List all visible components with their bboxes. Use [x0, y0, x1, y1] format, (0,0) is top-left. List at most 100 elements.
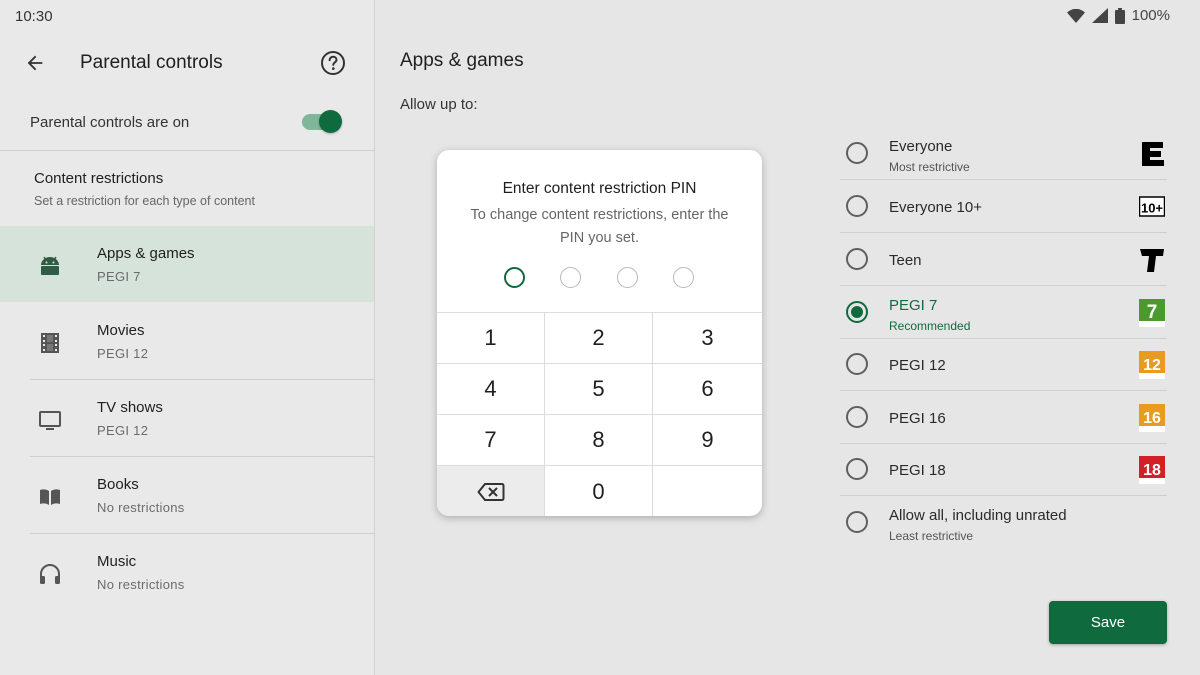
esrb-e-icon [1142, 142, 1164, 166]
category-music[interactable]: Music No restrictions [0, 534, 374, 610]
pegi-18-icon: 18 [1139, 456, 1165, 484]
divider [840, 179, 1167, 180]
help-icon [321, 51, 345, 75]
key-3[interactable]: 3 [653, 313, 762, 364]
esrb-t-icon [1140, 249, 1164, 272]
film-icon [36, 329, 64, 357]
pegi-16-icon: 16 [1139, 404, 1165, 432]
parental-controls-toggle[interactable] [302, 110, 342, 133]
pin-dialog-description: To change content restrictions, enter th… [470, 207, 729, 246]
rating-name: PEGI 16 [889, 410, 946, 427]
status-time: 10:30 [15, 8, 53, 25]
pegi-12-icon: 12 [1139, 351, 1165, 379]
rating-name: Everyone [889, 138, 953, 155]
wifi-icon [1066, 8, 1085, 23]
radio-button[interactable] [846, 142, 868, 164]
radio-button[interactable] [846, 458, 868, 480]
svg-text:18: 18 [1143, 462, 1161, 479]
category-name: Movies [97, 322, 145, 339]
headphones-icon [36, 560, 64, 588]
radio-button[interactable] [846, 511, 868, 533]
rating-option-pegi-12[interactable]: PEGI 12 12 [840, 339, 1167, 391]
key-8[interactable]: 8 [545, 415, 653, 466]
pin-digit-dot [504, 267, 525, 288]
key-7[interactable]: 7 [437, 415, 545, 466]
rating-option-pegi-16[interactable]: PEGI 16 16 [840, 392, 1167, 444]
category-name: Music [97, 553, 137, 570]
radio-button[interactable] [846, 406, 868, 428]
radio-button[interactable] [846, 301, 868, 323]
radio-button[interactable] [846, 248, 868, 270]
signal-icon [1091, 8, 1108, 23]
category-movies[interactable]: Movies PEGI 12 [0, 303, 374, 379]
page-title: Parental controls [80, 52, 223, 73]
rating-option-everyone[interactable]: Everyone Most restrictive [840, 128, 1167, 180]
empty-key [653, 466, 762, 516]
rating-subtitle: Least restrictive [889, 529, 974, 543]
back-button[interactable] [22, 50, 48, 76]
rating-option-pegi-18[interactable]: PEGI 18 18 [840, 444, 1167, 496]
rating-option-allow-all[interactable]: Allow all, including unrated Least restr… [840, 497, 1167, 549]
esrb-10-icon: 10+ [1139, 196, 1165, 217]
backspace-key[interactable] [437, 466, 545, 516]
save-button[interactable]: Save [1049, 601, 1167, 644]
category-value: PEGI 7 [97, 269, 141, 284]
rating-name: Everyone 10+ [889, 199, 982, 216]
category-tv-shows[interactable]: TV shows PEGI 12 [0, 380, 374, 456]
parental-controls-row[interactable]: Parental controls are on [0, 98, 374, 148]
category-value: PEGI 12 [97, 346, 149, 361]
tv-icon [36, 406, 64, 434]
category-apps-games[interactable]: Apps & games PEGI 7 [0, 226, 374, 302]
key-9[interactable]: 9 [653, 415, 762, 466]
pin-dialog: Enter content restriction PIN To change … [437, 150, 762, 516]
key-0[interactable]: 0 [545, 466, 653, 516]
divider [840, 495, 1167, 496]
right-title: Apps & games [400, 50, 524, 71]
divider [840, 232, 1167, 233]
rating-option-everyone-10[interactable]: Everyone 10+ 10+ [840, 181, 1167, 233]
rating-name: PEGI 7 [889, 297, 938, 314]
svg-text:12: 12 [1143, 357, 1161, 374]
rating-name: PEGI 12 [889, 357, 946, 374]
radio-button[interactable] [846, 195, 868, 217]
rating-subtitle: Most restrictive [889, 160, 970, 174]
key-1[interactable]: 1 [437, 313, 545, 364]
rating-name: PEGI 18 [889, 462, 946, 479]
rating-option-teen[interactable]: Teen [840, 234, 1167, 286]
divider [840, 285, 1167, 286]
pin-keypad: 1 2 3 4 5 6 7 8 9 0 [437, 312, 762, 516]
divider [0, 150, 374, 151]
rating-name: Allow all, including unrated [889, 507, 1067, 524]
status-icons: 100% [1066, 7, 1170, 24]
left-pane: 10:30 Parental controls Parental control… [0, 0, 374, 675]
android-icon [36, 252, 64, 280]
category-value: No restrictions [97, 577, 185, 592]
category-name: TV shows [97, 399, 163, 416]
svg-text:7: 7 [1147, 302, 1158, 323]
key-2[interactable]: 2 [545, 313, 653, 364]
arrow-back-icon [27, 55, 43, 71]
backspace-icon [477, 482, 504, 501]
radio-button[interactable] [846, 353, 868, 375]
pin-digit-indicators [437, 267, 762, 289]
category-books[interactable]: Books No restrictions [0, 457, 374, 533]
pin-digit-dot [560, 267, 581, 288]
pin-digit-dot [673, 267, 694, 288]
key-6[interactable]: 6 [653, 364, 762, 415]
category-value: No restrictions [97, 500, 185, 515]
rating-name: Teen [889, 252, 922, 269]
book-icon [36, 483, 64, 511]
help-button[interactable] [320, 50, 346, 76]
parental-controls-label: Parental controls are on [30, 114, 190, 131]
battery-icon [1114, 7, 1125, 24]
key-4[interactable]: 4 [437, 364, 545, 415]
svg-text:16: 16 [1143, 410, 1161, 427]
rating-option-pegi-7[interactable]: PEGI 7 Recommended 7 [840, 287, 1167, 339]
divider [840, 390, 1167, 391]
svg-text:10+: 10+ [1141, 201, 1163, 216]
pin-digit-dot [617, 267, 638, 288]
key-5[interactable]: 5 [545, 364, 653, 415]
category-name: Apps & games [97, 245, 195, 262]
pegi-7-icon: 7 [1139, 299, 1165, 327]
allow-up-to-label: Allow up to: [400, 96, 478, 113]
